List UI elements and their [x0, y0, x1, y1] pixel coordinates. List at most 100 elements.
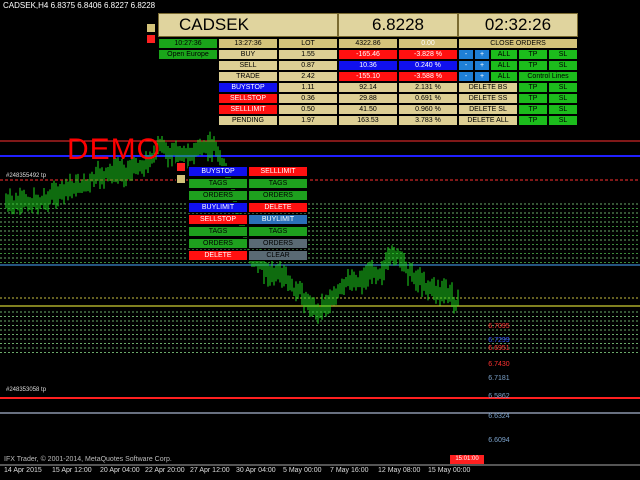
time-tick: 12 May 08:00 — [378, 467, 421, 474]
zero-value: 0.00 — [398, 38, 458, 49]
time-tick: 7 May 16:00 — [330, 467, 369, 474]
clear-button[interactable]: CLEAR — [248, 250, 308, 261]
order-label: #248353058 tp — [6, 387, 47, 393]
row-label-6: PENDING — [218, 115, 278, 126]
row-label-1: SELL — [218, 60, 278, 71]
time-tick: 27 Apr 12:00 — [190, 467, 230, 474]
lot-plus-button[interactable]: + — [474, 71, 490, 82]
row-lot-3: 1.11 — [278, 82, 338, 93]
orders-button[interactable]: ORDERS — [248, 238, 308, 249]
row-profit-4: 29.88 — [338, 93, 398, 104]
selllimit-button[interactable]: SELLLIMIT — [248, 166, 308, 177]
panel-toggle-icon[interactable] — [146, 23, 156, 33]
time-tick: 15 Apr 12:00 — [52, 467, 92, 474]
price-label: 6.7181 — [488, 375, 510, 382]
sl-button[interactable]: SL — [548, 93, 578, 104]
copyright-footer: IFX Trader, © 2001-2014, MetaQuotes Soft… — [4, 456, 172, 463]
tp-button[interactable]: TP — [518, 82, 548, 93]
close-all-button[interactable]: ALL — [490, 71, 518, 82]
order-label: #248355492 tp — [6, 173, 47, 179]
server-time: 10:27:36 — [158, 38, 218, 49]
close-all-button[interactable]: ALL — [490, 49, 518, 60]
time-tick: 15 May 00:00 — [428, 467, 471, 474]
row-profit-2: -155.10 — [338, 71, 398, 82]
mini-panel-close-icon[interactable] — [176, 162, 186, 172]
row-label-4: SELLSTOP — [218, 93, 278, 104]
mini-panel-toggle-icon[interactable] — [176, 174, 186, 184]
orders-button[interactable]: ORDERS — [188, 238, 248, 249]
buylimit-button[interactable]: BUYLIMIT — [188, 202, 248, 213]
delete-all-button[interactable]: DELETE ALL — [458, 115, 518, 126]
delete-ss-button[interactable]: DELETE SS — [458, 93, 518, 104]
row-lot-0: 1.55 — [278, 49, 338, 60]
sl-button[interactable]: SL — [548, 104, 578, 115]
delete-button[interactable]: DELETE — [248, 202, 308, 213]
tags-button[interactable]: TAGS — [188, 178, 248, 189]
clock-display: 02:32:26 — [458, 13, 578, 37]
delete-sl-button[interactable]: DELETE SL — [458, 104, 518, 115]
row-percent-4: 0.691 % — [398, 93, 458, 104]
lot-minus-button[interactable]: - — [458, 71, 474, 82]
lot-minus-button[interactable]: - — [458, 49, 474, 60]
symbol-display: CADSEK — [158, 13, 338, 37]
time-tick: 30 Apr 04:00 — [236, 467, 276, 474]
tp-button[interactable]: TP — [518, 93, 548, 104]
balance-value: 4322.86 — [338, 38, 398, 49]
row-lot-5: 0.50 — [278, 104, 338, 115]
tp-button[interactable]: TP — [518, 60, 548, 71]
lot-minus-button[interactable]: - — [458, 60, 474, 71]
time-tick: 20 Apr 04:00 — [100, 467, 140, 474]
local-time: 13:27:36 — [218, 38, 278, 49]
tp-button[interactable]: TP — [518, 115, 548, 126]
price-label: 6.6324 — [488, 413, 510, 420]
row-lot-4: 0.36 — [278, 93, 338, 104]
tp-button[interactable]: TP — [518, 49, 548, 60]
session-label: Open Europe — [158, 49, 218, 60]
close-all-button[interactable]: ALL — [490, 60, 518, 71]
tp-button[interactable]: TP — [518, 104, 548, 115]
tags-button[interactable]: TAGS — [248, 226, 308, 237]
price-label: 6.6094 — [488, 437, 510, 444]
row-profit-5: 41.50 — [338, 104, 398, 115]
price-label: 6.7095 — [488, 323, 510, 330]
sellstop-button[interactable]: SELLSTOP — [188, 214, 248, 225]
row-label-0: BUY — [218, 49, 278, 60]
close-orders-header: CLOSE ORDERS — [458, 38, 578, 49]
lot-plus-button[interactable]: + — [474, 49, 490, 60]
tags-button[interactable]: TAGS — [248, 178, 308, 189]
orders-button[interactable]: ORDERS — [248, 190, 308, 201]
row-percent-1: 0.240 % — [398, 60, 458, 71]
control-lines-button[interactable]: Control Lines — [518, 71, 578, 82]
row-profit-3: 92.14 — [338, 82, 398, 93]
price-label: 6.5862 — [488, 393, 510, 400]
row-profit-6: 163.53 — [338, 115, 398, 126]
time-tick: 22 Apr 20:00 — [145, 467, 185, 474]
row-percent-3: 2.131 % — [398, 82, 458, 93]
row-lot-2: 2.42 — [278, 71, 338, 82]
row-percent-0: -3.828 % — [398, 49, 458, 60]
sl-button[interactable]: SL — [548, 49, 578, 60]
row-percent-5: 0.960 % — [398, 104, 458, 115]
row-label-5: SELLLIMIT — [218, 104, 278, 115]
row-lot-1: 0.87 — [278, 60, 338, 71]
lot-header: LOT — [278, 38, 338, 49]
tags-button[interactable]: TAGS — [188, 226, 248, 237]
buystop-button[interactable]: BUYSTOP — [188, 166, 248, 177]
time-tick: 14 Apr 2015 — [4, 467, 42, 474]
sl-button[interactable]: SL — [548, 82, 578, 93]
row-lot-6: 1.97 — [278, 115, 338, 126]
row-profit-0: -165.46 — [338, 49, 398, 60]
delete-button[interactable]: DELETE — [188, 250, 248, 261]
row-percent-6: 3.783 % — [398, 115, 458, 126]
sl-button[interactable]: SL — [548, 115, 578, 126]
row-profit-1: 10.36 — [338, 60, 398, 71]
time-tick: 5 May 00:00 — [283, 467, 322, 474]
orders-button[interactable]: ORDERS — [188, 190, 248, 201]
panel-close-icon[interactable] — [146, 34, 156, 44]
buylimit-button[interactable]: BUYLIMIT — [248, 214, 308, 225]
price-display: 6.8228 — [338, 13, 458, 37]
demo-watermark: DEMO — [67, 133, 161, 166]
lot-plus-button[interactable]: + — [474, 60, 490, 71]
delete-bs-button[interactable]: DELETE BS — [458, 82, 518, 93]
sl-button[interactable]: SL — [548, 60, 578, 71]
